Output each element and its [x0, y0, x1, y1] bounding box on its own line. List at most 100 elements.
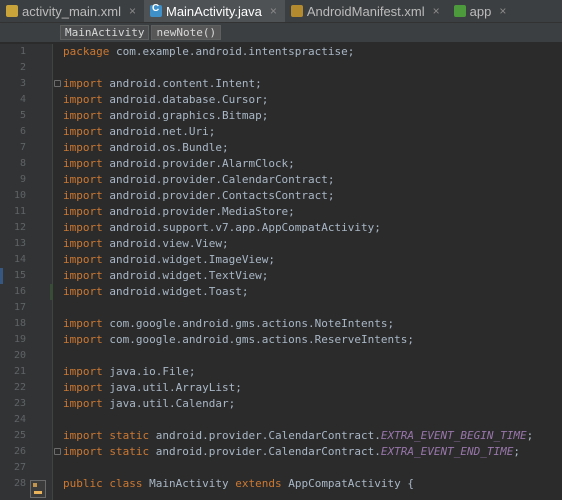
- import-path: android.support.v7.app.AppCompatActivity…: [109, 221, 381, 234]
- code-text: android.provider.CalendarContract.: [149, 445, 381, 458]
- line-number: 18: [13, 318, 26, 329]
- line-number: 11: [13, 206, 26, 217]
- line-number: 21: [13, 366, 26, 377]
- keyword: extends: [235, 477, 282, 490]
- manifest-file-icon: [290, 5, 303, 17]
- keyword: package: [63, 45, 110, 58]
- line-number: 22: [13, 382, 26, 393]
- close-icon[interactable]: ×: [499, 4, 506, 18]
- line-number: 25: [13, 430, 26, 441]
- code-line: import android.widget.Toast;: [63, 284, 248, 300]
- import-path: android.widget.TextView;: [109, 269, 269, 282]
- code-text: android.provider.CalendarContract.: [149, 429, 381, 442]
- line-number: 20: [13, 350, 26, 361]
- code-line: import android.database.Cursor;: [63, 92, 268, 108]
- import-path: android.content.Intent;: [109, 77, 262, 90]
- line-number: 1: [19, 46, 26, 57]
- line-number: 17: [13, 302, 26, 313]
- code-line: import android.os.Bundle;: [63, 140, 229, 156]
- line-number: 4: [19, 94, 26, 105]
- tab-app[interactable]: app ×: [448, 0, 515, 22]
- code-line: import android.widget.ImageView;: [63, 252, 275, 268]
- import-path: android.database.Cursor;: [109, 93, 269, 106]
- close-icon[interactable]: ×: [270, 4, 277, 18]
- tab-label: MainActivity.java: [165, 3, 262, 19]
- code-line: import com.google.android.gms.actions.Re…: [63, 332, 414, 348]
- tab-label: app: [469, 3, 492, 19]
- code-line: import static android.provider.CalendarC…: [63, 444, 520, 460]
- tab-android-manifest-xml[interactable]: AndroidManifest.xml ×: [285, 0, 448, 22]
- line-number: 24: [13, 414, 26, 425]
- code-editor[interactable]: 1 2 3 4 5 6 7 8 9 10 11 12 13 14 15 16 17 18 19 20 21 22 23 24 2…: [0, 44, 562, 500]
- line-number: 23: [13, 398, 26, 409]
- code-line: import android.content.Intent;: [63, 76, 262, 92]
- breadcrumb-class[interactable]: MainActivity: [60, 25, 150, 40]
- import-path: android.provider.CalendarContract;: [109, 173, 335, 186]
- code-line: import android.graphics.Bitmap;: [63, 108, 268, 124]
- code-text: ;: [526, 429, 534, 442]
- line-number: 19: [13, 334, 26, 345]
- keyword: import: [63, 189, 103, 202]
- line-number: 3: [19, 78, 26, 89]
- code-line: import android.view.View;: [63, 236, 229, 252]
- code-line: import android.net.Uri;: [63, 124, 215, 140]
- code-text: AppCompatActivity {: [281, 477, 415, 490]
- fold-marker-icon[interactable]: [54, 448, 61, 455]
- line-number: 6: [19, 126, 26, 137]
- code-line: import java.io.File;: [63, 364, 195, 380]
- import-path: android.provider.ContactsContract;: [109, 189, 335, 202]
- import-path: com.google.android.gms.actions.ReserveIn…: [109, 333, 415, 346]
- keyword: import: [63, 205, 103, 218]
- breadcrumb: MainActivity newNote(): [0, 23, 562, 42]
- keyword: import: [63, 397, 103, 410]
- fold-marker-icon[interactable]: [54, 80, 61, 87]
- line-number: 26: [13, 446, 26, 457]
- code-line: import android.provider.MediaStore;: [63, 204, 295, 220]
- static-field: EXTRA_EVENT_END_TIME: [380, 445, 514, 458]
- import-path: android.view.View;: [109, 237, 229, 250]
- line-number: 2: [19, 62, 26, 73]
- tab-label: AndroidManifest.xml: [306, 3, 425, 19]
- keyword: static: [109, 429, 150, 442]
- import-path: android.graphics.Bitmap;: [109, 109, 269, 122]
- tab-mainactivity-java[interactable]: MainActivity.java ×: [143, 0, 285, 22]
- keyword: static: [109, 445, 150, 458]
- code-line: import android.widget.TextView;: [63, 268, 268, 284]
- code-line: import android.provider.ContactsContract…: [63, 188, 335, 204]
- change-marker: [50, 284, 53, 300]
- line-number: 16: [13, 286, 26, 297]
- line-number: 27: [13, 462, 26, 473]
- code-line: import java.util.Calendar;: [63, 396, 235, 412]
- keyword: import: [63, 317, 103, 330]
- keyword: import: [63, 93, 103, 106]
- class-name: MainActivity: [142, 477, 236, 490]
- code-line: import android.support.v7.app.AppCompatA…: [63, 220, 381, 236]
- app-module-icon: [453, 5, 466, 17]
- line-number: 28: [13, 478, 26, 489]
- keyword: import: [63, 221, 103, 234]
- line-number: 13: [13, 238, 26, 249]
- line-number: 14: [13, 254, 26, 265]
- class-implementation-icon[interactable]: [30, 480, 46, 498]
- import-path: android.provider.AlarmClock;: [109, 157, 295, 170]
- breadcrumb-method[interactable]: newNote(): [151, 25, 222, 40]
- keyword: import: [63, 237, 103, 250]
- import-path: android.widget.Toast;: [109, 285, 249, 298]
- close-icon[interactable]: ×: [129, 4, 136, 18]
- code-line: public class MainActivity extends AppCom…: [63, 476, 414, 492]
- keyword: import: [63, 285, 103, 298]
- line-number: 15: [13, 270, 26, 281]
- keyword: import: [63, 141, 103, 154]
- tab-activity-main-xml[interactable]: activity_main.xml ×: [0, 0, 144, 22]
- close-icon[interactable]: ×: [433, 4, 440, 18]
- import-path: android.os.Bundle;: [109, 141, 229, 154]
- line-number: 8: [19, 158, 26, 169]
- code-line: import com.google.android.gms.actions.No…: [63, 316, 394, 332]
- keyword: import: [63, 365, 103, 378]
- editor-tab-bar: activity_main.xml × MainActivity.java × …: [0, 0, 562, 23]
- import-path: com.google.android.gms.actions.NoteInten…: [109, 317, 395, 330]
- java-class-icon: [149, 3, 162, 17]
- code-line: import java.util.ArrayList;: [63, 380, 242, 396]
- line-number: 9: [19, 174, 26, 185]
- code-line: import static android.provider.CalendarC…: [63, 428, 533, 444]
